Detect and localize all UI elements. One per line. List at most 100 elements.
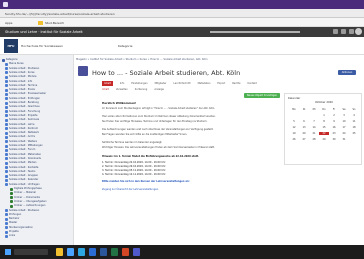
avatar[interactable] <box>355 28 362 35</box>
edge-icon[interactable] <box>78 248 85 256</box>
sidebar-item-icon <box>5 127 8 131</box>
tab[interactable]: Export <box>217 81 225 86</box>
calendar-day[interactable]: 6 <box>299 120 309 123</box>
sidebar-item-icon <box>5 148 8 152</box>
calendar-day[interactable]: 25 <box>349 132 359 135</box>
sidebar-item-label: Soziale Arbeit · Praxis <box>9 88 35 92</box>
sidebar-item-icon <box>5 110 8 114</box>
actions-button[interactable]: Aktionen <box>338 70 356 75</box>
sidebar-item-label: Soziale Arbeit · Kontakte <box>9 165 39 169</box>
search-field[interactable] <box>210 31 300 33</box>
calendar-day[interactable]: 17 <box>339 126 349 129</box>
sidebar-item-label: Soziale Arbeit · Zentrum <box>9 126 39 130</box>
sidebar-item-icon <box>5 123 8 126</box>
search-icon[interactable] <box>349 29 354 34</box>
calendar-day[interactable]: 20 <box>299 132 309 135</box>
tab[interactable]: Info <box>120 81 125 86</box>
page-header: How to ... - Soziale Arbeit studieren, A… <box>76 63 362 81</box>
excel-icon[interactable] <box>111 248 118 256</box>
brand-logo[interactable]: HFU <box>4 39 18 53</box>
teams-icon[interactable] <box>133 248 140 256</box>
explorer-icon[interactable] <box>56 248 63 256</box>
calendar-day[interactable]: 13 <box>299 126 309 129</box>
breadcrumb[interactable]: Magazin » Institut für Soziale Arbeit » … <box>76 58 208 61</box>
sidebar-item-label: Soziale Arbeit · Forschung <box>9 109 41 113</box>
overview-link[interactable]: Zugang zur Übersicht der Lehrveranstaltu… <box>102 188 158 191</box>
calendar-day[interactable]: 28 <box>309 138 319 141</box>
calendar-day[interactable]: 27 <box>299 138 309 141</box>
sidebar-item-label: Ordner ... Dokumente <box>14 195 40 199</box>
calendar-day[interactable]: 1 <box>319 114 329 117</box>
tab[interactable]: Rechte <box>232 81 240 86</box>
calendar-day[interactable]: 18 <box>349 126 359 129</box>
header-nav-left[interactable]: Hochschule für Sozialwesen <box>21 44 63 48</box>
calendar-day[interactable]: 14 <box>309 126 319 129</box>
powerpoint-icon[interactable] <box>122 248 129 256</box>
tab[interactable]: Einstellungen <box>131 81 147 86</box>
calendar-day[interactable]: 2 <box>329 114 339 117</box>
sidebar-item-label: Master <box>9 221 18 225</box>
bookmark-apps[interactable]: Apps <box>5 21 12 25</box>
sidebar-item-icon <box>10 187 13 191</box>
calendar-day[interactable]: 10 <box>339 120 349 123</box>
word-icon[interactable] <box>100 248 107 256</box>
calendar-day[interactable]: 16 <box>329 126 339 129</box>
tab[interactable]: Lernfortschritt <box>174 81 191 86</box>
chat-icon[interactable] <box>341 29 346 34</box>
sidebar-item-icon <box>5 92 8 96</box>
calendar-day[interactable]: 3 <box>339 114 349 117</box>
calendar-weekday: So <box>352 108 356 111</box>
calendar-day[interactable]: 8 <box>319 120 329 123</box>
calendar-day[interactable]: 9 <box>329 120 339 123</box>
subtab[interactable]: Anzeige <box>154 88 164 91</box>
tab[interactable]: Inhalt <box>102 81 113 86</box>
address-bar[interactable]: faculty.hfu.de/~/(5)/(faculty)/soziale-a… <box>0 9 364 18</box>
sidebar-item-icon <box>5 178 8 182</box>
calendar-day[interactable]: 19 <box>289 132 299 135</box>
calendar-day[interactable]: 21 <box>309 132 319 135</box>
calendar-day[interactable]: 24 <box>339 132 349 135</box>
tab[interactable]: Kontakt <box>248 81 257 86</box>
url-text[interactable]: faculty.hfu.de/~/(5)/(faculty)/soziale-a… <box>5 12 115 16</box>
calendar-day[interactable]: 7 <box>309 120 319 123</box>
windows-start-icon[interactable] <box>5 249 11 255</box>
add-object-button[interactable]: Neues Objekt hinzufügen <box>244 93 280 98</box>
bookmark-stud[interactable]: Stud.Bereich <box>45 21 64 25</box>
subtab[interactable]: Sortierung <box>135 88 148 91</box>
calendar-day[interactable]: 11 <box>349 120 359 123</box>
sidebar-item-icon <box>5 131 8 135</box>
calendar-day[interactable]: 30 <box>329 138 339 141</box>
calendar-day[interactable]: 31 <box>339 138 349 141</box>
calendar-day[interactable]: 23 <box>329 132 339 135</box>
sidebar-item-label: Soziale Arbeit · Weitere <box>9 139 37 143</box>
calendar-day[interactable]: 15 <box>319 126 329 129</box>
sidebar-item-icon <box>5 234 8 238</box>
calendar-day[interactable]: 29 <box>319 138 329 141</box>
subtab[interactable]: Verwalten <box>116 88 128 91</box>
sidebar-item-label: Soziale Arbeit · Seminare <box>9 118 40 122</box>
browser-tab-icon[interactable] <box>3 2 8 7</box>
browser-icon[interactable] <box>67 248 74 256</box>
sidebar-item-icon <box>5 217 8 221</box>
header-nav-right[interactable]: Kategorie <box>118 44 132 48</box>
calendar-day[interactable]: 5 <box>289 120 299 123</box>
page-title: How to ... - Soziale Arbeit studieren, A… <box>92 69 241 77</box>
sidebar-item-icon <box>5 166 8 169</box>
calendar-day[interactable]: 4 <box>349 114 359 117</box>
calendar-title: Kalender <box>288 96 301 100</box>
notification-icon[interactable] <box>333 29 338 34</box>
subtab[interactable]: Inhalt <box>102 88 109 91</box>
tab[interactable]: Mitglieder <box>155 81 167 86</box>
paragraph: Bei Fragen wenden Sie sich bitte an die … <box>102 133 188 136</box>
taskbar-search[interactable] <box>14 249 48 255</box>
mail-icon[interactable] <box>89 248 96 256</box>
tab[interactable]: Metadaten <box>198 81 211 86</box>
calendar-month[interactable]: Oktober 2020 <box>285 101 363 104</box>
calendar-day[interactable]: 26 <box>289 138 299 141</box>
sidebar-item-icon <box>5 84 8 88</box>
calendar-day[interactable]: 22 <box>319 132 329 135</box>
sidebar-item-label: Ordner ... Material <box>14 191 36 195</box>
calendar-day[interactable]: 12 <box>289 126 299 129</box>
sidebar-item-label: Ordner ... Aufzeichnungen <box>14 204 46 208</box>
sidebar-item[interactable]: Links <box>0 234 73 238</box>
